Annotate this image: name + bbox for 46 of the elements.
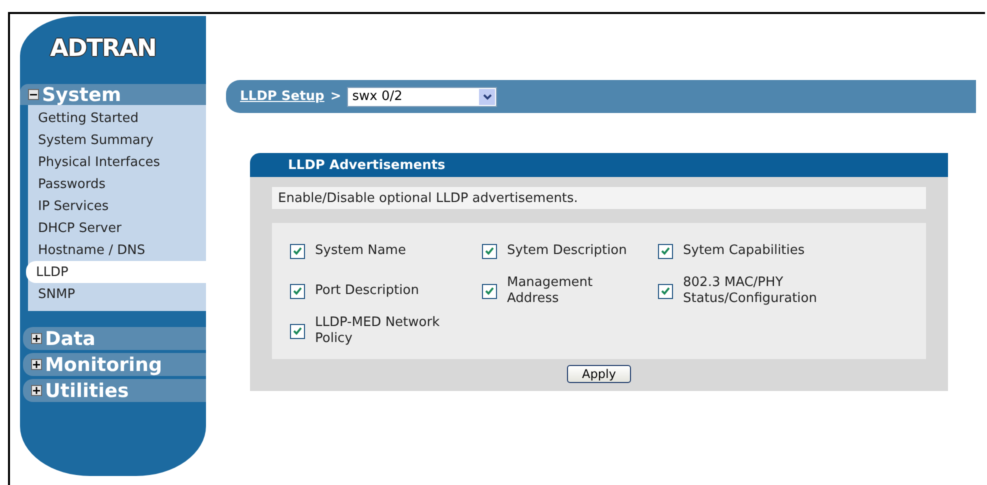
- menu-section[interactable]: Data: [23, 327, 206, 350]
- option-label: 802.3 MAC/PHY Status/Configuration: [683, 275, 818, 307]
- check-icon: [293, 287, 302, 295]
- logo: ADTRAN: [48, 33, 157, 64]
- menu-item[interactable]: SNMP: [28, 283, 206, 305]
- breadcrumb-link[interactable]: LLDP Setup: [240, 89, 324, 104]
- expand-icon: [31, 333, 42, 344]
- option-label: Sytem Description: [507, 243, 627, 259]
- checkbox[interactable]: [482, 284, 497, 298]
- breadcrumb-separator: >: [330, 89, 342, 104]
- collapse-icon: [28, 89, 39, 100]
- check-icon: [485, 247, 494, 255]
- menu-item[interactable]: DHCP Server: [28, 217, 206, 239]
- check-icon: [661, 247, 670, 255]
- apply-button[interactable]: Apply: [567, 365, 631, 383]
- menu-item[interactable]: System Summary: [28, 129, 206, 151]
- checkbox[interactable]: [658, 244, 673, 258]
- option-label: Sytem Capabilities: [683, 243, 805, 259]
- menu-item[interactable]: IP Services: [28, 195, 206, 217]
- panel-title: LLDP Advertisements: [250, 153, 948, 177]
- checkbox[interactable]: [658, 284, 673, 298]
- menu-section[interactable]: Monitoring: [23, 353, 206, 376]
- menu-section[interactable]: Utilities: [23, 379, 206, 402]
- option-label: Management Address: [507, 275, 594, 307]
- option-label: System Name: [315, 243, 406, 259]
- menu-item[interactable]: Getting Started: [28, 107, 206, 129]
- interface-dropdown[interactable]: swx 0/2: [347, 86, 498, 106]
- option-label: LLDP-MED Network Policy: [315, 315, 441, 347]
- expand-icon: [31, 385, 42, 396]
- checkbox[interactable]: [290, 244, 305, 258]
- chevron-down-icon: [482, 94, 492, 100]
- expand-icon: [31, 359, 42, 370]
- menu-item[interactable]: LLDP: [26, 261, 206, 283]
- menu-item[interactable]: Passwords: [28, 173, 206, 195]
- check-icon: [293, 327, 302, 335]
- menu-item[interactable]: Hostname / DNS: [28, 239, 206, 261]
- menu-section[interactable]: System: [20, 84, 206, 105]
- check-icon: [293, 247, 302, 255]
- panel-description: Enable/Disable optional LLDP advertisements.: [272, 187, 926, 209]
- check-icon: [485, 287, 494, 295]
- checkbox[interactable]: [290, 284, 305, 298]
- option-label: Port Description: [315, 283, 419, 299]
- checkbox[interactable]: [290, 324, 305, 338]
- check-icon: [661, 287, 670, 295]
- menu-item[interactable]: Physical Interfaces: [28, 151, 206, 173]
- checkbox[interactable]: [482, 244, 497, 258]
